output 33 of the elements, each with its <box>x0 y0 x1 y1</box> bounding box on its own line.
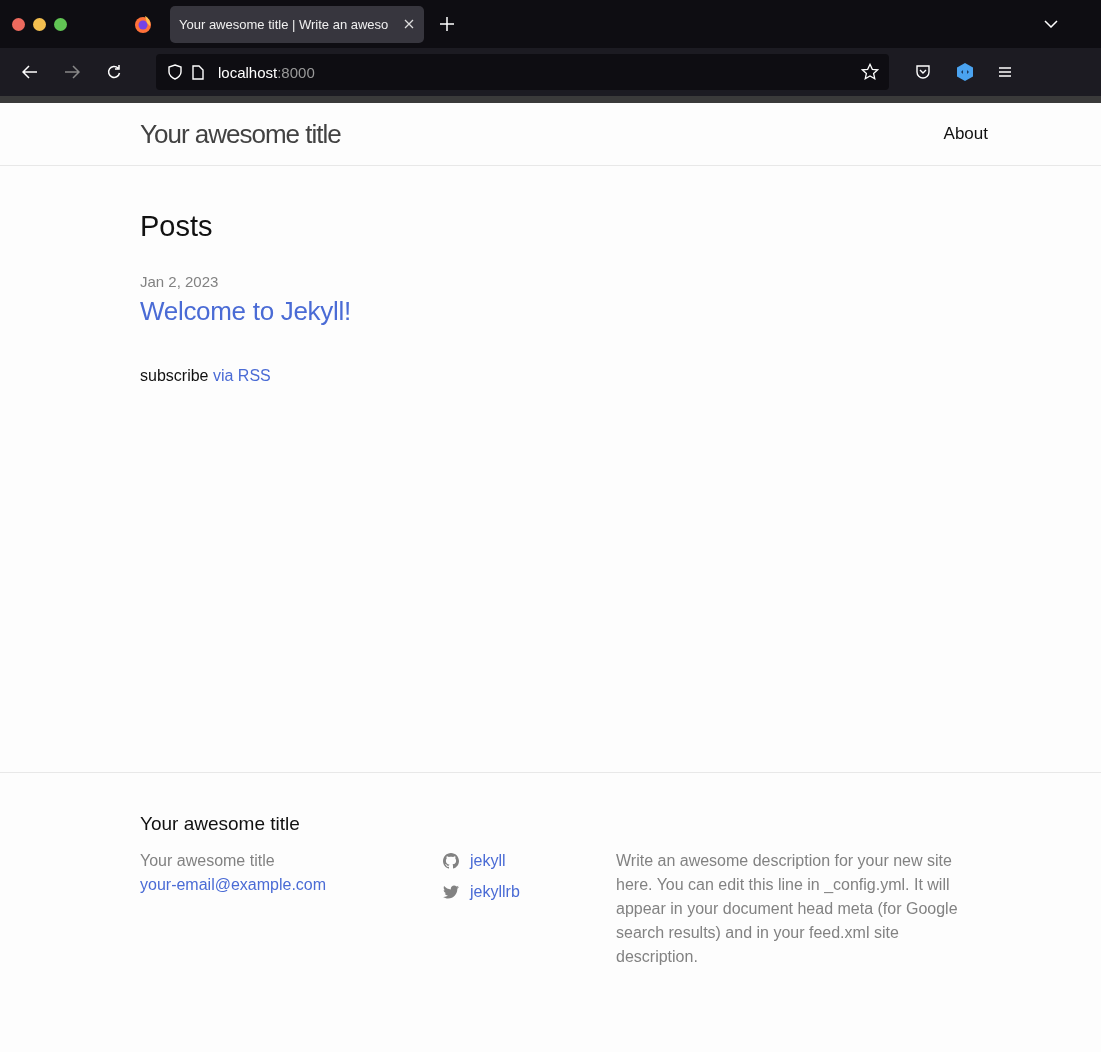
post-date: Jan 2, 2023 <box>140 273 219 290</box>
page-icon <box>192 64 204 80</box>
star-icon[interactable] <box>861 63 879 81</box>
social-link[interactable]: jekyll <box>470 849 506 873</box>
post-title-link[interactable]: Welcome to Jekyll! <box>140 296 351 327</box>
site-title-link[interactable]: Your awesome title <box>140 118 341 150</box>
bird-icon[interactable] <box>443 885 459 899</box>
browser-logo-icon[interactable] <box>133 14 153 34</box>
nav-link[interactable]: About <box>943 124 988 143</box>
footer-site-name: Your awesome title <box>140 851 275 871</box>
forward-icon[interactable] <box>64 65 80 79</box>
subscribe-text: subscribe <box>140 367 209 384</box>
new-tab-icon[interactable] <box>440 17 454 31</box>
github-icon[interactable] <box>443 853 459 869</box>
rss-link[interactable]: via RSS <box>212 367 271 384</box>
maximize-window-button[interactable] <box>54 17 67 31</box>
close-icon[interactable] <box>404 19 414 29</box>
back-icon[interactable] <box>22 65 38 79</box>
shield-icon[interactable] <box>168 64 182 80</box>
email-link[interactable]: your-email@example.com <box>140 873 327 897</box>
minimize-window-button[interactable] <box>33 17 46 31</box>
browser-tab[interactable]: Your awesome title | Write an aweso <box>170 5 424 43</box>
site-description: Write an awesome description for your new site here. You can edit this line in _config.yml. It will appear in your document head meta (for Google search results) and in your feed.xml site description. <box>616 851 959 967</box>
chevron-down-icon[interactable] <box>1044 20 1058 28</box>
pocket-icon[interactable] <box>915 64 931 80</box>
footer-heading: Your awesome title <box>140 813 301 835</box>
address-bar[interactable]: localhost:8000 <box>156 54 889 90</box>
close-window-button[interactable] <box>12 17 25 31</box>
social-link[interactable]: jekyllrb <box>470 880 520 904</box>
reload-icon[interactable] <box>106 64 122 80</box>
page-heading: Posts <box>140 210 214 243</box>
menu-icon[interactable] <box>999 66 1011 78</box>
extension-icon[interactable] <box>957 63 973 81</box>
